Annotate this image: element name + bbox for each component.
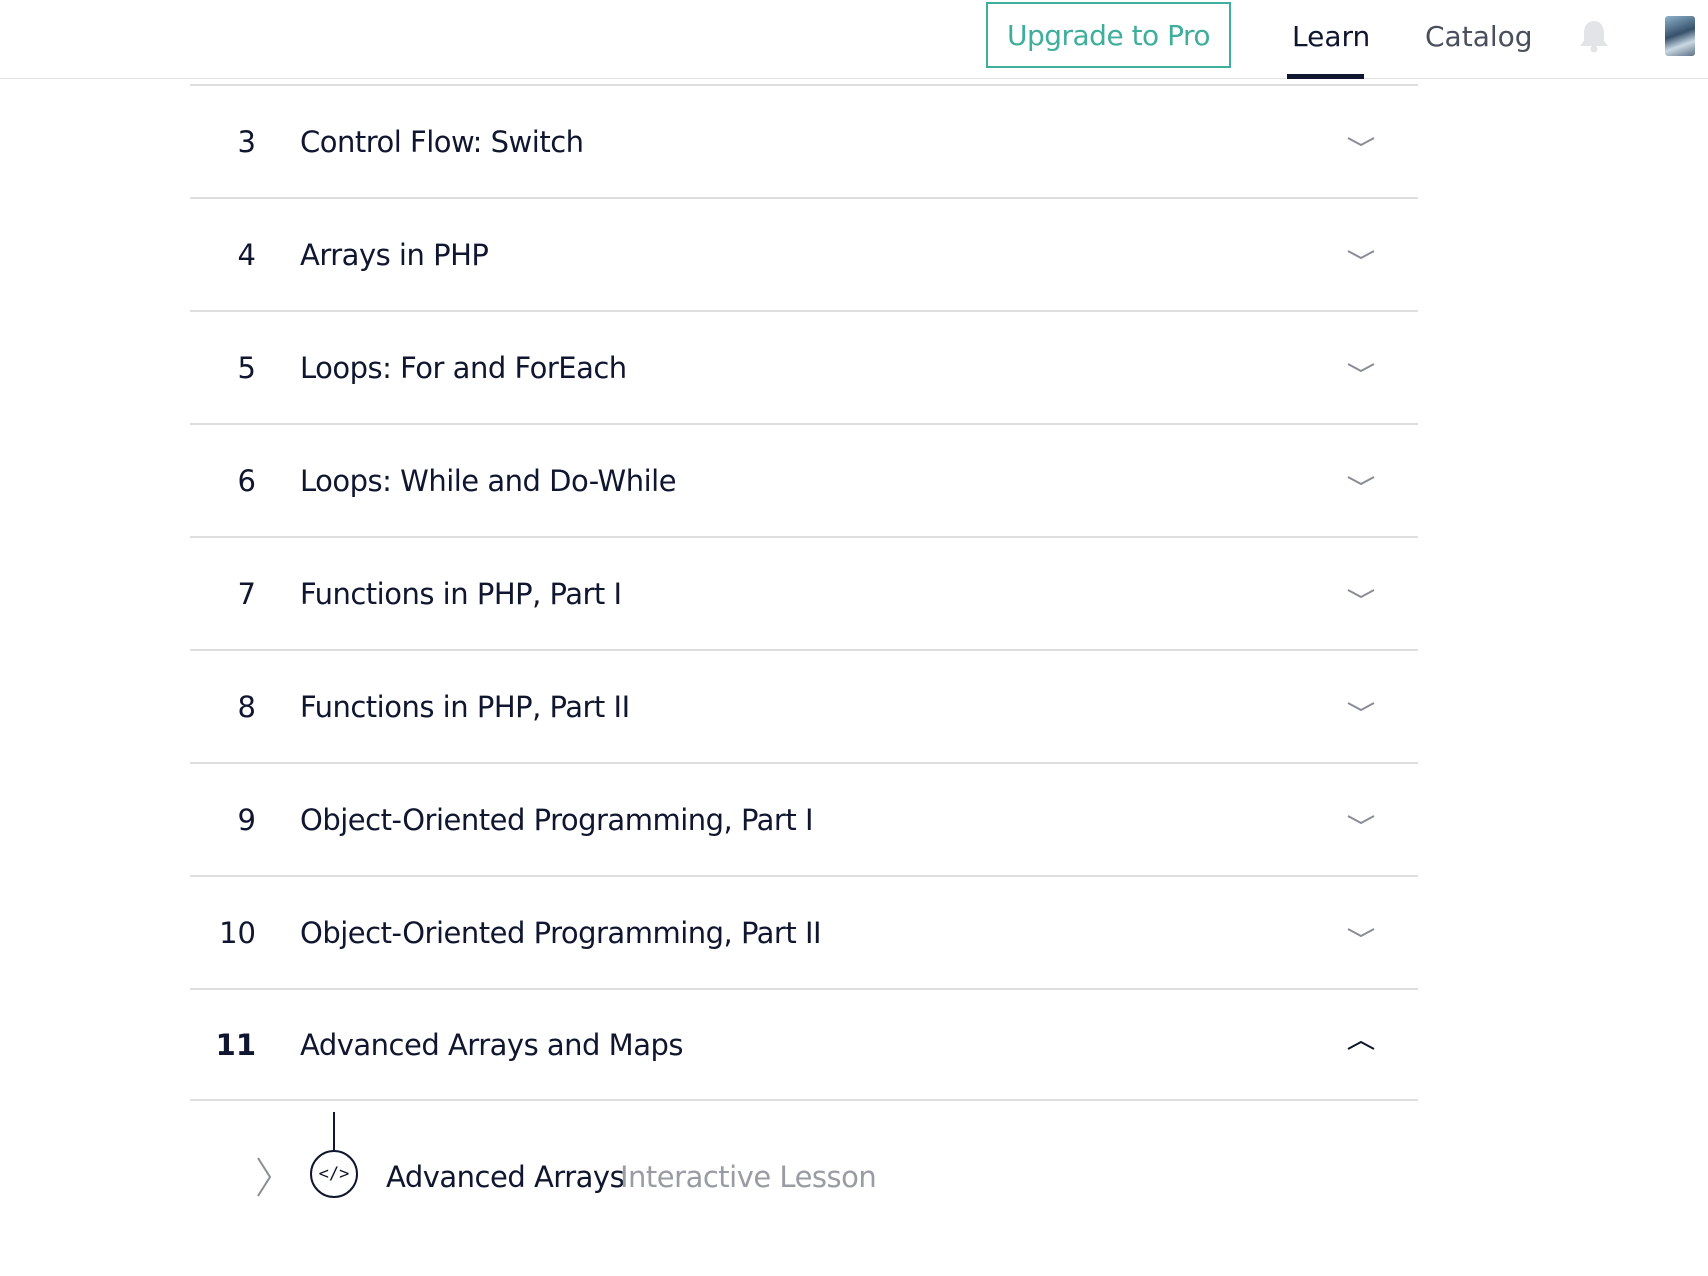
profile-avatar[interactable] xyxy=(1665,16,1695,56)
top-navigation-bar: Upgrade to Pro Learn Catalog xyxy=(0,0,1708,79)
lesson-item[interactable]: </> Advanced Arrays Interactive Lesson xyxy=(190,1112,1418,1232)
module-title: Object-Oriented Programming, Part II xyxy=(300,915,822,950)
chevron-down-icon[interactable] xyxy=(1345,199,1377,310)
module-title: Object-Oriented Programming, Part I xyxy=(300,802,814,837)
module-title: Functions in PHP, Part II xyxy=(300,689,630,724)
module-title: Control Flow: Switch xyxy=(300,124,584,159)
module-title: Arrays in PHP xyxy=(300,237,489,272)
module-row-expanded[interactable]: 11 Advanced Arrays and Maps xyxy=(190,988,1418,1101)
chevron-right-icon[interactable] xyxy=(252,1154,276,1200)
lesson-type-label: Interactive Lesson xyxy=(620,1160,877,1194)
chevron-down-icon[interactable] xyxy=(1345,877,1377,988)
bell-icon[interactable] xyxy=(1578,18,1610,54)
chevron-down-icon[interactable] xyxy=(1345,538,1377,649)
module-row[interactable]: 6 Loops: While and Do-While xyxy=(190,423,1418,536)
module-row[interactable]: 10 Object-Oriented Programming, Part II xyxy=(190,875,1418,988)
chevron-down-icon[interactable] xyxy=(1345,425,1377,536)
nav-catalog-link[interactable]: Catalog xyxy=(1425,16,1533,56)
module-list: 3 Control Flow: Switch 4 Arrays in PHP 5… xyxy=(190,84,1418,1101)
module-number: 11 xyxy=(215,1027,256,1062)
module-number: 9 xyxy=(237,802,256,837)
chevron-up-icon[interactable] xyxy=(1345,990,1377,1099)
module-number: 6 xyxy=(237,463,256,498)
module-title: Loops: While and Do-While xyxy=(300,463,677,498)
module-number: 8 xyxy=(237,689,256,724)
chevron-down-icon[interactable] xyxy=(1345,764,1377,875)
module-title: Loops: For and ForEach xyxy=(300,350,627,385)
module-number: 5 xyxy=(237,350,256,385)
module-row[interactable]: 3 Control Flow: Switch xyxy=(190,84,1418,197)
module-row[interactable]: 8 Functions in PHP, Part II xyxy=(190,649,1418,762)
upgrade-to-pro-button[interactable]: Upgrade to Pro xyxy=(986,2,1231,68)
nav-learn-link[interactable]: Learn xyxy=(1292,16,1370,56)
active-nav-indicator xyxy=(1287,74,1364,79)
chevron-down-icon[interactable] xyxy=(1345,651,1377,762)
module-title: Functions in PHP, Part I xyxy=(300,576,622,611)
lesson-title[interactable]: Advanced Arrays xyxy=(386,1154,625,1200)
module-number: 4 xyxy=(237,237,256,272)
chevron-down-icon[interactable] xyxy=(1345,312,1377,423)
chevron-down-icon[interactable] xyxy=(1345,86,1377,197)
module-row[interactable]: 4 Arrays in PHP xyxy=(190,197,1418,310)
module-row[interactable]: 7 Functions in PHP, Part I xyxy=(190,536,1418,649)
code-icon: </> xyxy=(310,1150,358,1198)
module-number: 3 xyxy=(237,124,256,159)
module-row[interactable]: 5 Loops: For and ForEach xyxy=(190,310,1418,423)
module-row[interactable]: 9 Object-Oriented Programming, Part I xyxy=(190,762,1418,875)
lesson-connector-line xyxy=(333,1112,335,1150)
module-title: Advanced Arrays and Maps xyxy=(300,1027,683,1062)
module-number: 7 xyxy=(237,576,256,611)
module-number: 10 xyxy=(219,915,256,950)
